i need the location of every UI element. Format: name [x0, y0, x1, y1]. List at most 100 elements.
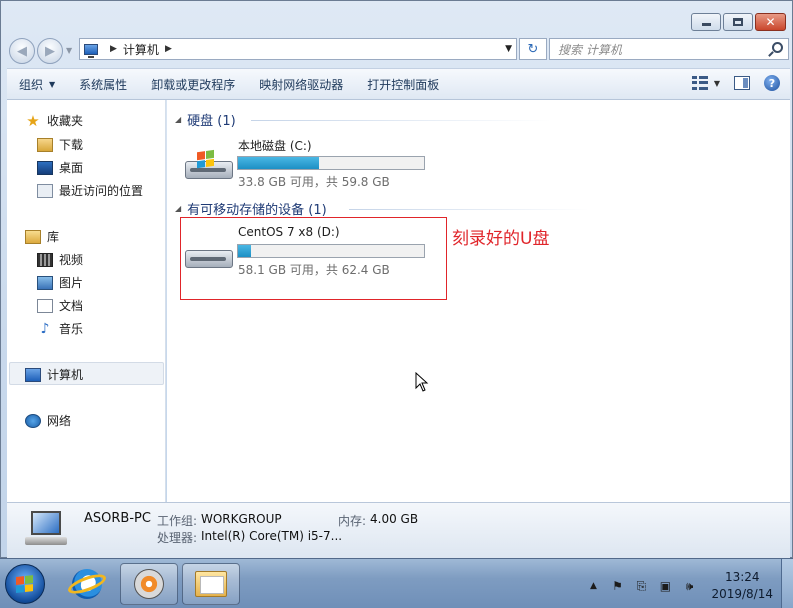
- nav-label: 图片: [59, 276, 84, 290]
- drive-space-info: 33.8 GB 可用，共 59.8 GB: [238, 175, 390, 189]
- show-desktop-button[interactable]: [781, 559, 793, 608]
- volume-icon[interactable]: 🕪: [681, 578, 697, 594]
- action-center-flag-icon[interactable]: ⚑: [609, 578, 625, 594]
- windows-logo-icon: [16, 575, 34, 593]
- nav-item-videos[interactable]: 视频: [37, 251, 83, 268]
- taskbar-explorer[interactable]: [182, 563, 240, 605]
- close-icon: ✕: [765, 15, 776, 29]
- taskbar: e ▲ ⚑ ⎘ ▣ 🕪 13:24 2019/8/14: [0, 558, 793, 608]
- group-header-hard-disks[interactable]: ◢ 硬盘 (1): [175, 110, 236, 129]
- group-title: 硬盘 (1): [187, 114, 236, 129]
- nav-item-recent-places[interactable]: 最近访问的位置: [37, 182, 143, 199]
- nav-network[interactable]: 网络: [25, 412, 71, 429]
- refresh-icon: ↻: [527, 41, 539, 57]
- maximize-icon: [733, 18, 743, 26]
- maximize-button[interactable]: [723, 13, 753, 31]
- forward-button[interactable]: ▶: [37, 38, 63, 64]
- organize-menu[interactable]: 组织 ▼: [7, 76, 67, 93]
- system-tray: ▲ ⚑ ⎘ ▣ 🕪 13:24 2019/8/14: [585, 569, 773, 603]
- back-button[interactable]: ◀: [9, 38, 35, 64]
- address-dropdown-icon[interactable]: ▼: [505, 44, 512, 54]
- refresh-button[interactable]: ↻: [519, 38, 547, 60]
- nav-label: 收藏夹: [47, 114, 84, 128]
- help-icon[interactable]: ?: [764, 75, 780, 91]
- nav-label: 视频: [59, 253, 84, 267]
- nav-label: 文档: [59, 299, 84, 313]
- search-icon[interactable]: [772, 42, 783, 53]
- change-view-icon[interactable]: [691, 76, 708, 90]
- removable-drive-icon: [185, 240, 233, 270]
- capacity-bar: [237, 156, 425, 170]
- toolbar-right: ▼ ?: [691, 75, 780, 91]
- collapse-icon: ◢: [175, 204, 182, 213]
- taskbar-internet-explorer[interactable]: e: [58, 563, 116, 605]
- drive-space-info: 58.1 GB 可用，共 62.4 GB: [238, 263, 390, 277]
- downloads-folder-icon: [37, 137, 53, 152]
- taskbar-media-player[interactable]: [120, 563, 178, 605]
- breadcrumb-computer[interactable]: 计算机: [123, 41, 159, 58]
- preview-pane-icon[interactable]: [734, 76, 750, 90]
- desktop-icon: [37, 160, 53, 175]
- capacity-bar-fill: [238, 245, 251, 257]
- breadcrumb-separator-icon[interactable]: ▶: [110, 44, 117, 54]
- nav-label: 最近访问的位置: [59, 184, 144, 198]
- open-control-panel-button[interactable]: 打开控制面板: [355, 76, 451, 93]
- nav-label: 音乐: [59, 322, 84, 336]
- nav-favorites[interactable]: ★ 收藏夹: [25, 112, 83, 129]
- memory-value: 4.00 GB: [370, 512, 419, 526]
- recent-places-icon: [37, 183, 53, 198]
- nav-item-desktop[interactable]: 桌面: [37, 159, 83, 176]
- workgroup-value: WORKGROUP: [201, 512, 282, 526]
- nav-item-music[interactable]: ♪ 音乐: [37, 320, 83, 337]
- pc-name: ASORB-PC: [84, 511, 151, 526]
- nav-item-pictures[interactable]: 图片: [37, 274, 83, 291]
- documents-icon: [37, 298, 53, 313]
- capacity-bar-fill: [238, 157, 319, 169]
- breadcrumb-separator-icon[interactable]: ▶: [165, 44, 172, 54]
- nav-label: 下载: [59, 138, 84, 152]
- nav-item-documents[interactable]: 文档: [37, 297, 83, 314]
- drive-name: CentOS 7 x8 (D:): [238, 225, 340, 239]
- video-icon: [37, 252, 53, 267]
- media-player-icon: [134, 569, 164, 599]
- group-header-removable[interactable]: ◢ 有可移动存储的设备 (1): [175, 199, 327, 218]
- show-hidden-icons-icon[interactable]: ▲: [585, 578, 601, 594]
- recent-pages-dropdown[interactable]: ▼: [66, 46, 72, 55]
- close-button[interactable]: ✕: [755, 13, 786, 31]
- clock-time: 13:24: [724, 570, 760, 584]
- nav-label: 计算机: [47, 368, 84, 382]
- group-title: 有可移动存储的设备 (1): [187, 203, 327, 218]
- capacity-bar: [237, 244, 425, 258]
- search-input[interactable]: 搜索 计算机: [549, 38, 789, 60]
- chevron-down-icon: ▼: [49, 79, 56, 89]
- cpu-value: Intel(R) Core(TM) i5-7...: [201, 529, 343, 543]
- system-properties-button[interactable]: 系统属性: [67, 76, 139, 93]
- nav-computer[interactable]: 计算机: [25, 366, 83, 383]
- nav-item-downloads[interactable]: 下载: [37, 136, 83, 153]
- divider: [349, 209, 589, 210]
- collapse-icon: ◢: [175, 115, 182, 124]
- navigation-pane: ★ 收藏夹 下载 桌面 最近访问的位置 库 视频 图片 文档 ♪ 音乐 计算机 …: [7, 100, 166, 502]
- organize-label: 组织: [19, 77, 44, 92]
- clock[interactable]: 13:24 2019/8/14: [711, 569, 773, 603]
- minimize-button[interactable]: [691, 13, 721, 31]
- network-icon: [25, 413, 41, 428]
- nav-label: 桌面: [59, 161, 84, 175]
- minimize-icon: [701, 22, 711, 26]
- network-status-icon[interactable]: ▣: [657, 578, 673, 594]
- usb-device-icon[interactable]: ⎘: [633, 578, 649, 594]
- uninstall-program-button[interactable]: 卸载或更改程序: [139, 76, 247, 93]
- library-icon: [25, 229, 41, 244]
- explorer-window: ✕ ◀ ▶ ▼ ▶ 计算机 ▶ ▼ ↻ 搜索 计算机 组织 ▼ 系统属性 卸载或更…: [0, 0, 793, 558]
- computer-icon: [25, 511, 67, 545]
- view-options-dropdown-icon[interactable]: ▼: [714, 79, 720, 88]
- computer-icon: [25, 367, 41, 382]
- music-icon: ♪: [40, 320, 50, 337]
- address-bar[interactable]: ▶ 计算机 ▶ ▼: [79, 38, 517, 60]
- search-placeholder: 搜索 计算机: [558, 42, 622, 57]
- start-button[interactable]: [5, 564, 45, 604]
- map-network-drive-button[interactable]: 映射网络驱动器: [247, 76, 355, 93]
- content-pane: ◢ 硬盘 (1) 本地磁盘 (C:) 33.8 GB 可用，共 59.8 GB …: [167, 100, 790, 502]
- nav-label: 网络: [47, 414, 72, 428]
- nav-libraries[interactable]: 库: [25, 228, 59, 245]
